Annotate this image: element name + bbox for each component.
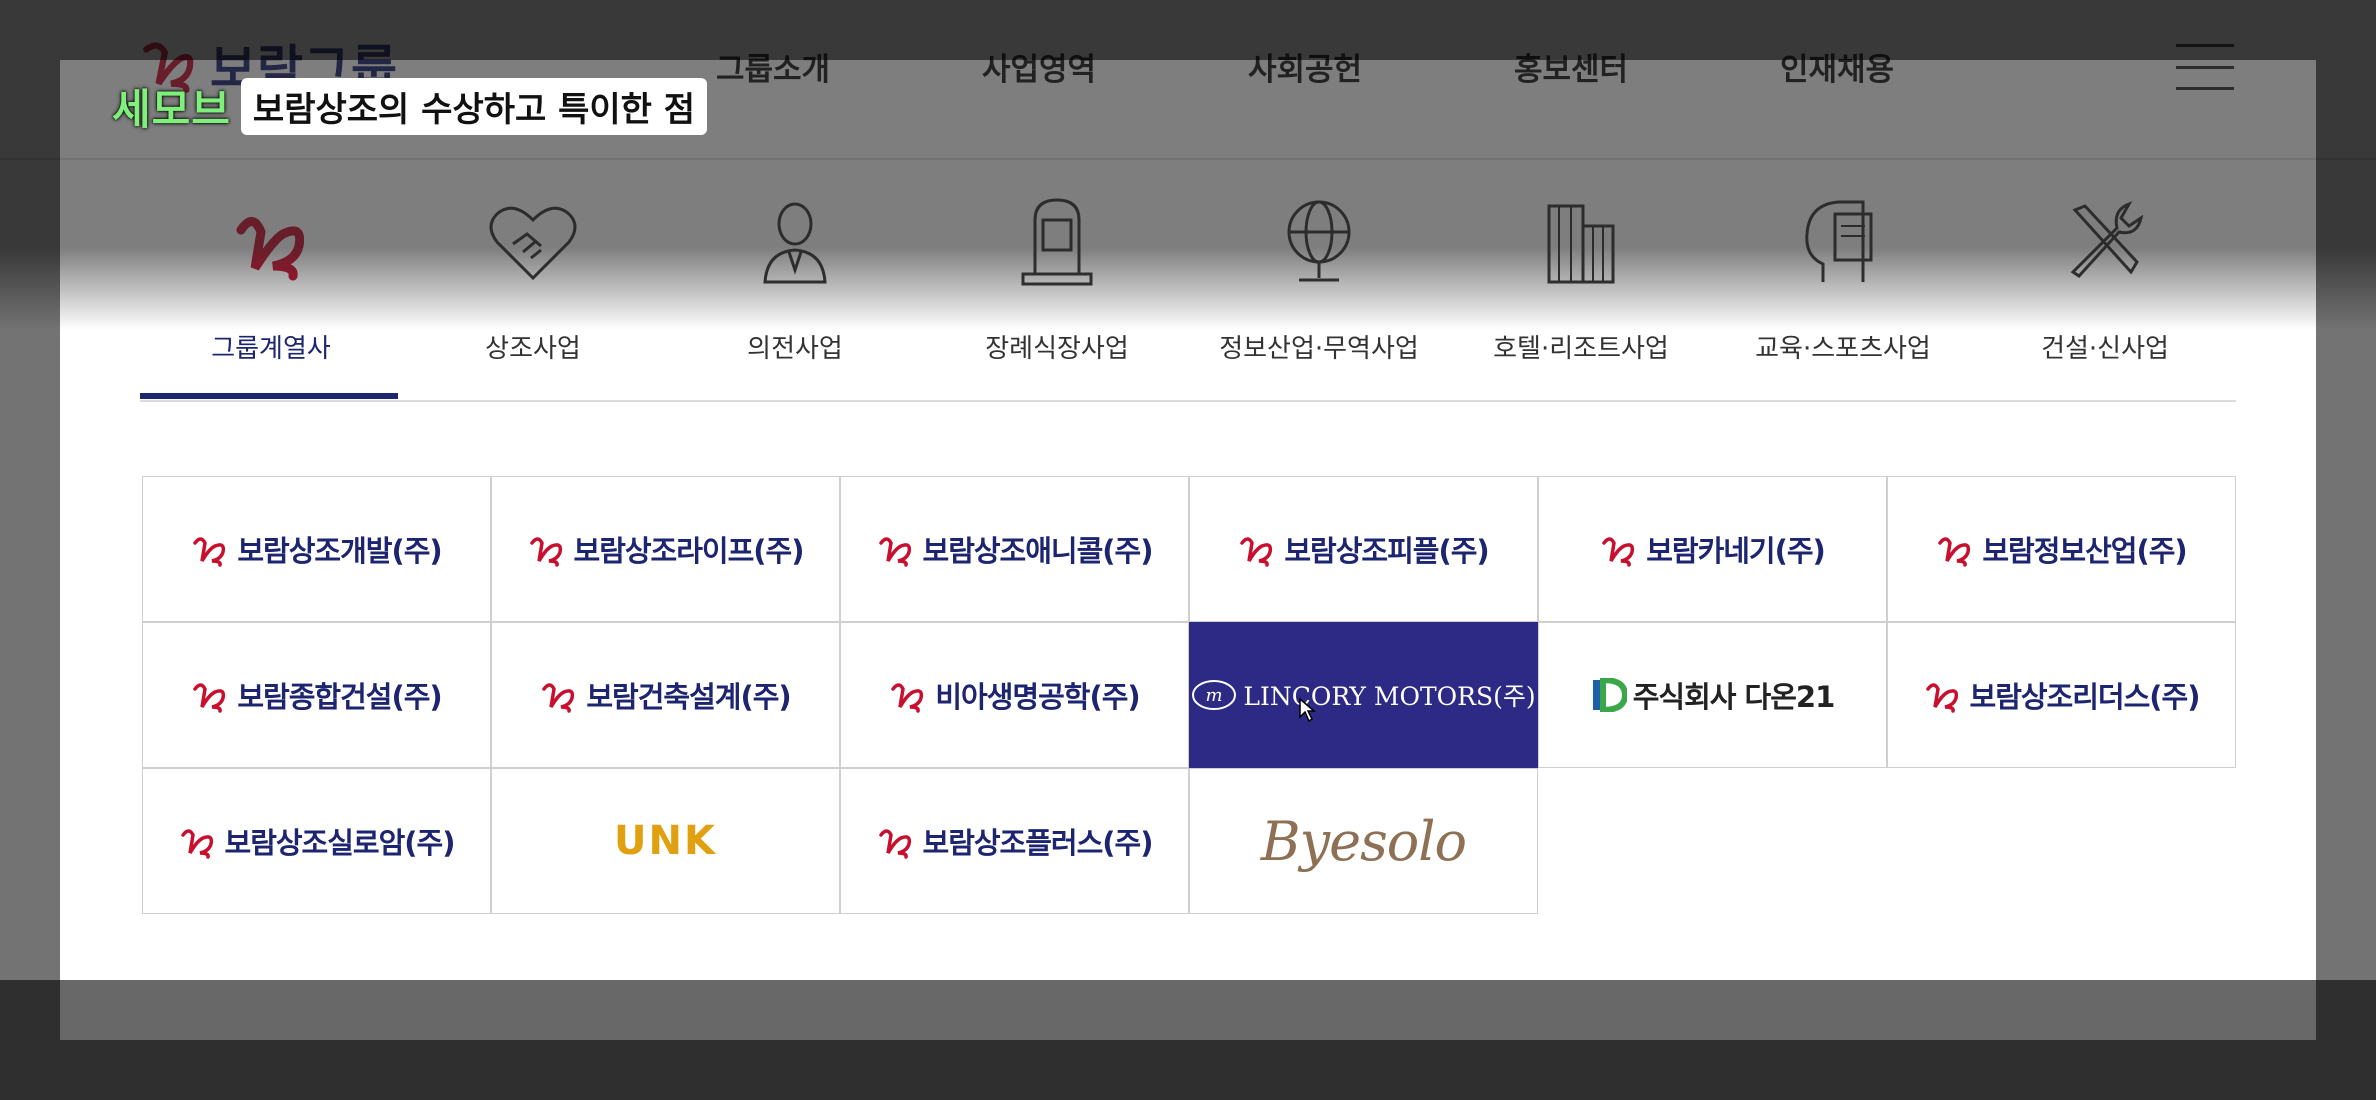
person-suit-icon xyxy=(763,202,827,284)
tab-construction-new[interactable]: 건설·신사업 xyxy=(1974,190,2236,400)
active-tab-indicator xyxy=(140,393,398,399)
boram-b-logo-icon xyxy=(193,537,226,567)
affiliate-card[interactable]: 보람카네기(주) xyxy=(1538,476,1887,622)
affiliate-name: 비아생명공학(주) xyxy=(935,680,1140,714)
boram-b-logo-icon xyxy=(1938,537,1971,567)
lincory-m-logo-icon: m xyxy=(1192,680,1237,710)
boram-b-logo-icon xyxy=(1602,537,1635,567)
tools-icon xyxy=(2070,201,2144,278)
affiliate-card[interactable]: 보람상조라이프(주) xyxy=(491,476,840,622)
affiliate-card[interactable]: 보람상조개발(주) xyxy=(142,476,491,622)
daon-d-logo-icon xyxy=(1592,678,1627,712)
tab-funeral-hall[interactable]: 장례식장사업 xyxy=(926,190,1188,400)
video-caption: 세모브 보람상조의 수상하고 특이한 점 xyxy=(112,76,708,137)
affiliate-card[interactable]: 보람상조피플(주) xyxy=(1189,476,1538,622)
affiliate-card[interactable]: 보람상조리더스(주) xyxy=(1887,622,2236,768)
affiliate-card[interactable]: 비아생명공학(주) xyxy=(840,622,1189,768)
affiliate-card[interactable]: Byesolo xyxy=(1189,768,1538,914)
main-nav: 그룹소개 사업영역 사회공헌 홍보센터 인재채용 xyxy=(640,40,1970,100)
affiliate-name: Byesolo xyxy=(1260,809,1467,873)
nav-pr-center[interactable]: 홍보센터 xyxy=(1438,40,1704,100)
head-book-icon xyxy=(1805,200,1873,282)
nav-recruit[interactable]: 인재채용 xyxy=(1704,40,1970,100)
tab-label: 그룹계열사 xyxy=(211,334,331,364)
boram-b-logo-icon xyxy=(542,683,575,713)
webpage: 보람그룹 그룹소개 사업영역 사회공헌 홍보센터 인재채용 그룹계열사 상조사업 xyxy=(0,0,2376,1100)
affiliate-name: 보람상조애니콜(주) xyxy=(922,534,1154,568)
boram-b-logo-icon xyxy=(1925,683,1958,713)
tombstone-icon xyxy=(1021,198,1093,286)
affiliate-name: 보람상조리더스(주) xyxy=(1969,680,2201,714)
affiliate-name: LINCORY MOTORS(주) xyxy=(1243,682,1536,711)
svg-text:m: m xyxy=(1206,685,1223,706)
caption-brand: 세모브 xyxy=(112,85,231,134)
handshake-heart-icon xyxy=(489,206,577,281)
affiliate-name: 보람상조개발(주) xyxy=(237,534,442,568)
tab-label: 정보산업·무역사업 xyxy=(1219,334,1419,364)
affiliate-card-hover[interactable]: m LINCORY MOTORS(주) xyxy=(1189,622,1538,768)
affiliate-card[interactable]: 보람상조플러스(주) xyxy=(840,768,1189,914)
affiliate-name: 보람정보산업(주) xyxy=(1982,534,2187,568)
buildings-icon xyxy=(1547,204,1615,284)
tab-funeral-service[interactable]: 상조사업 xyxy=(402,190,664,400)
affiliate-grid: 보람상조개발(주) 보람상조라이프(주) 보람상조애니콜(주) 보람상조피플(주… xyxy=(142,476,2238,918)
tab-label: 장례식장사업 xyxy=(985,334,1129,364)
caption-text: 보람상조의 수상하고 특이한 점 xyxy=(240,78,708,135)
tab-label: 건설·신사업 xyxy=(2041,334,2169,364)
tab-label: 호텔·리조트사업 xyxy=(1493,334,1669,364)
affiliate-name: 보람건축설계(주) xyxy=(586,680,791,714)
tab-label: 교육·스포츠사업 xyxy=(1755,334,1931,364)
tab-ceremony[interactable]: 의전사업 xyxy=(664,190,926,400)
boram-b-logo-icon xyxy=(1240,537,1273,567)
affiliate-name: 주식회사 다온21 xyxy=(1632,680,1836,714)
tab-info-trade[interactable]: 정보산업·무역사업 xyxy=(1188,190,1450,400)
tab-affiliates[interactable]: 그룹계열사 xyxy=(140,190,402,400)
nav-social[interactable]: 사회공헌 xyxy=(1172,40,1438,100)
affiliate-name: 보람상조실로암(주) xyxy=(224,826,456,860)
boram-b-logo-icon xyxy=(878,537,911,567)
tab-education-sports[interactable]: 교육·스포츠사업 xyxy=(1712,190,1974,400)
boram-b-logo-icon xyxy=(236,217,305,281)
affiliate-name: 보람상조피플(주) xyxy=(1284,534,1489,568)
affiliate-name: 보람상조플러스(주) xyxy=(922,826,1154,860)
tab-label: 의전사업 xyxy=(747,334,843,364)
menu-icon[interactable] xyxy=(2176,44,2234,90)
category-tabs: 그룹계열사 상조사업 의전사업 장례식장사업 정보산업·무역사업 호텔·리조트사… xyxy=(140,190,2236,400)
affiliate-card[interactable]: 보람종합건설(주) xyxy=(142,622,491,768)
tab-hotel-resort[interactable]: 호텔·리조트사업 xyxy=(1450,190,1712,400)
boram-b-logo-icon xyxy=(193,683,226,713)
affiliate-name: 보람종합건설(주) xyxy=(237,680,442,714)
affiliate-card[interactable]: 보람상조애니콜(주) xyxy=(840,476,1189,622)
globe-icon xyxy=(1287,200,1351,282)
mouse-cursor-icon xyxy=(1299,697,1316,723)
affiliate-card[interactable]: 주식회사 다온21 xyxy=(1538,622,1887,768)
affiliate-name: 보람상조라이프(주) xyxy=(573,534,805,568)
nav-business[interactable]: 사업영역 xyxy=(906,40,1172,100)
affiliate-card[interactable]: 보람건축설계(주) xyxy=(491,622,840,768)
tab-divider xyxy=(140,400,2236,402)
boram-b-logo-icon xyxy=(891,683,924,713)
affiliate-card[interactable]: UNK xyxy=(491,768,840,914)
affiliate-name: 보람카네기(주) xyxy=(1646,534,1826,568)
affiliate-card[interactable]: 보람정보산업(주) xyxy=(1887,476,2236,622)
affiliate-card[interactable]: 보람상조실로암(주) xyxy=(142,768,491,914)
boram-b-logo-icon xyxy=(529,537,562,567)
boram-b-logo-icon xyxy=(878,829,911,859)
tab-label: 상조사업 xyxy=(485,334,581,364)
boram-b-logo-icon xyxy=(180,829,213,859)
affiliate-name: UNK xyxy=(614,818,717,864)
